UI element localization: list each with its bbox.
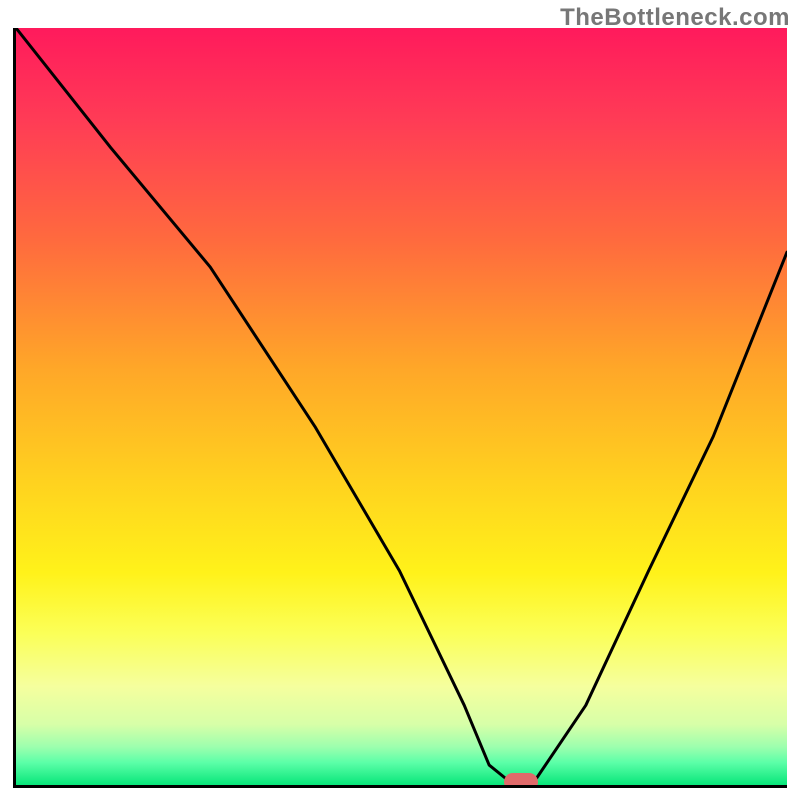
optimum-marker bbox=[504, 773, 538, 788]
curve-line bbox=[16, 28, 787, 782]
watermark-text: TheBottleneck.com bbox=[560, 4, 790, 32]
chart-stage: TheBottleneck.com bbox=[0, 0, 800, 800]
bottleneck-curve bbox=[16, 28, 787, 785]
plot-area bbox=[13, 28, 787, 788]
